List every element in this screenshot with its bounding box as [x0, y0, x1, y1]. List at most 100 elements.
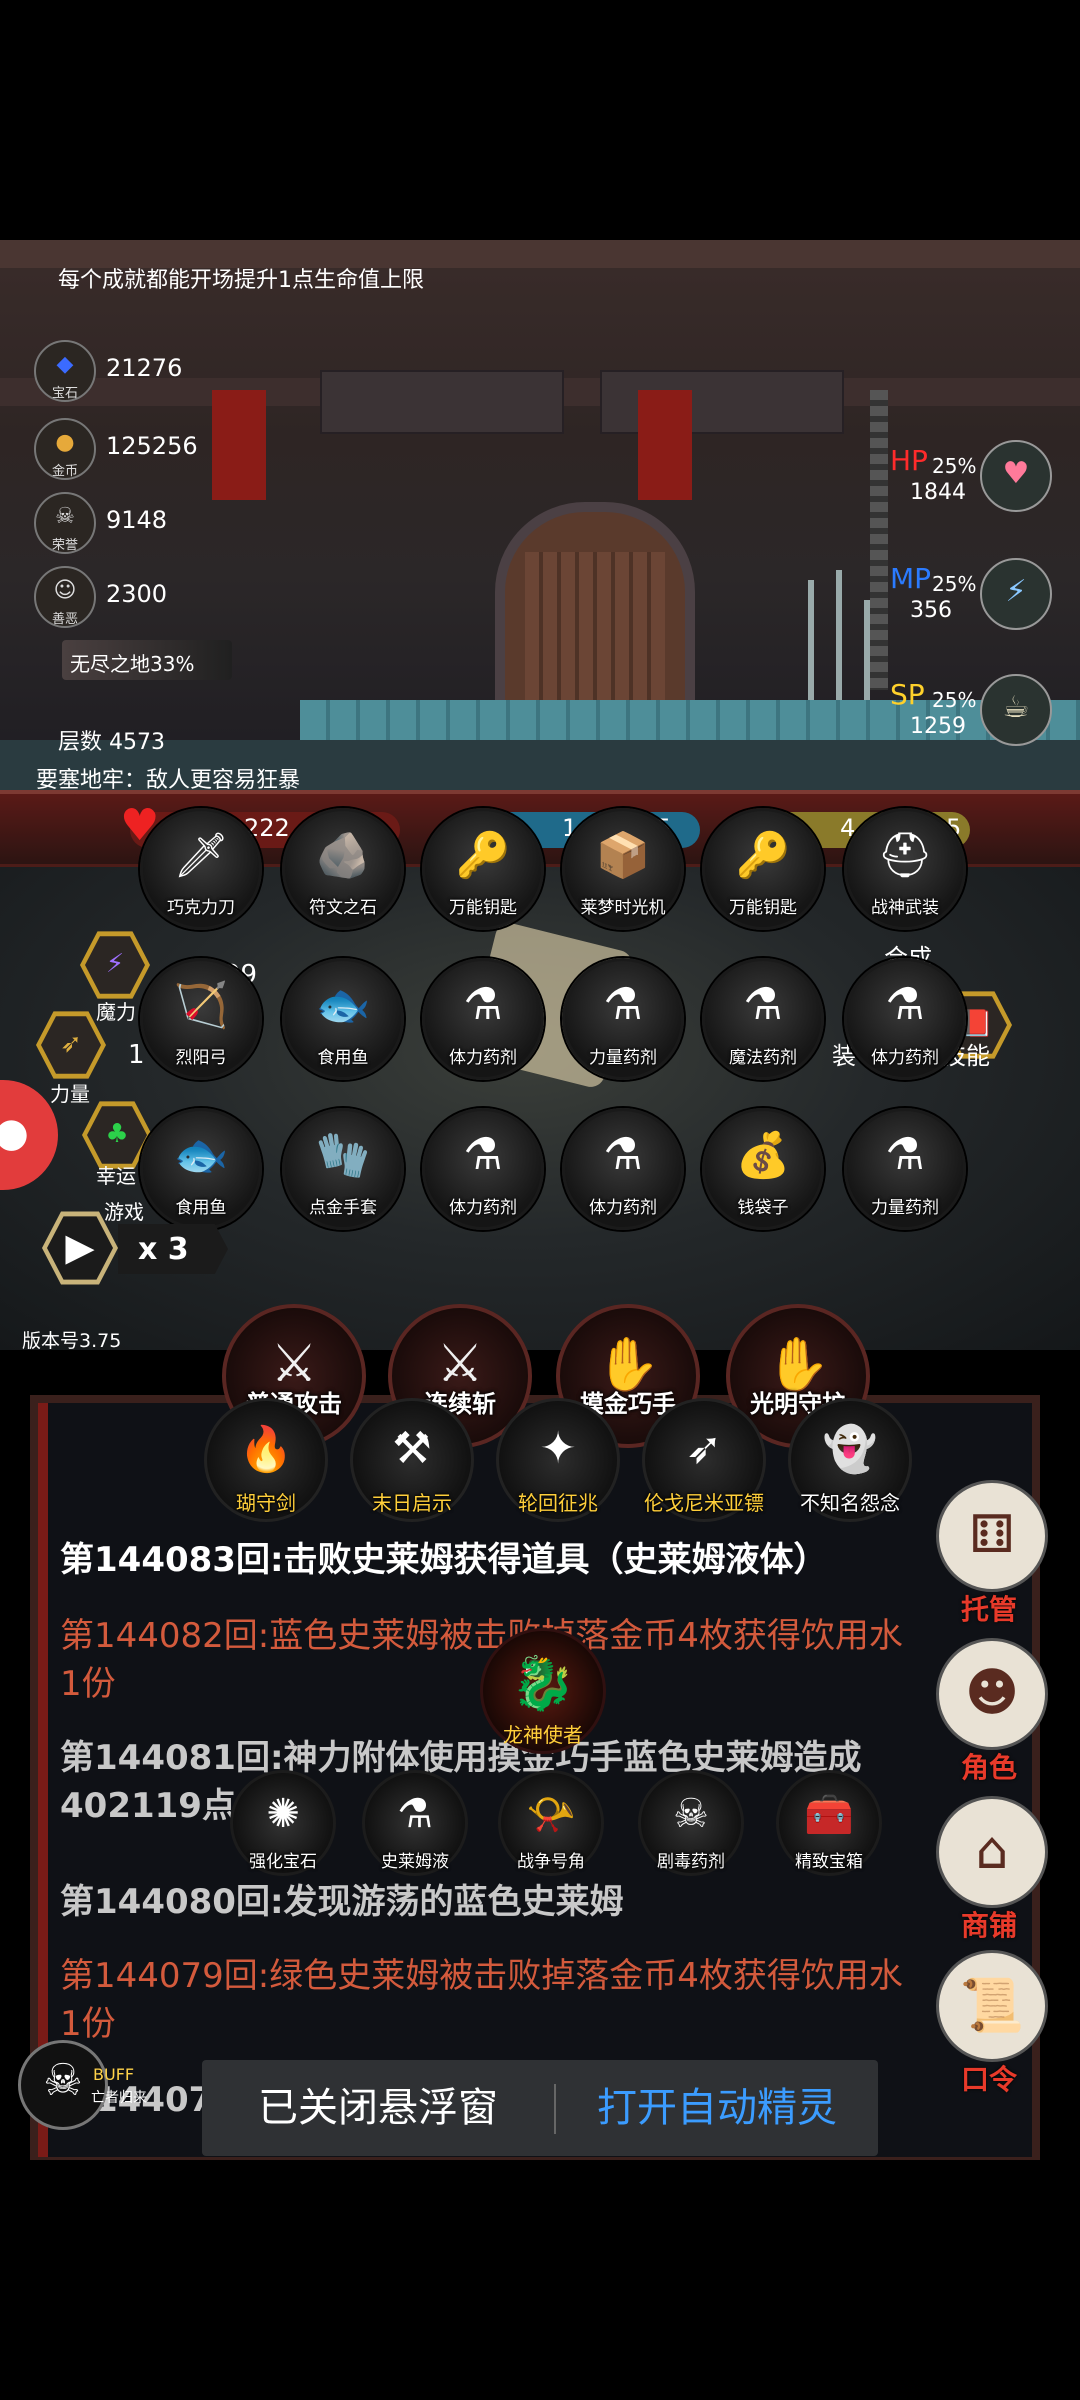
hp-potion-icon[interactable]: ♥	[980, 440, 1052, 512]
item-name: 力量药剂	[871, 1198, 939, 1218]
item-slot[interactable]: ⛑ 战神武装	[844, 808, 966, 930]
power-label: 力量	[50, 1082, 90, 1106]
weapon-icon: ✦	[539, 1423, 577, 1474]
drop-item[interactable]: ⚗ 史莱姆液	[362, 1770, 468, 1876]
mask-icon: ☺ 善恶	[34, 566, 96, 628]
drop-name: 精致宝箱	[795, 1852, 863, 1872]
side-menu-shop[interactable]: ⌂ 商铺	[936, 1796, 1048, 1942]
side-menu-character[interactable]: ☻ 角色	[936, 1638, 1048, 1784]
weapon-slot[interactable]: ➶ 伦戈尼米亚镖	[642, 1398, 766, 1522]
mp-potion-icon[interactable]: ⚡	[980, 558, 1052, 630]
item-slot[interactable]: ⚗ 体力药剂	[844, 958, 966, 1080]
drop-item[interactable]: ✺ 强化宝石	[230, 1770, 336, 1876]
rune-stone-icon: 🪨	[315, 830, 371, 881]
sp-food-icon[interactable]: ☕	[980, 674, 1052, 746]
hp-stat: HP 25% 1844 ♥	[880, 440, 1060, 524]
bow-icon: 🏹	[173, 980, 229, 1031]
gold-count: 125256	[106, 432, 198, 460]
item-name: 万能钥匙	[449, 898, 517, 918]
item-slot[interactable]: ⚗ 体力药剂	[422, 958, 544, 1080]
item-slot[interactable]: 🧤 点金手套	[282, 1108, 404, 1230]
war-armor-icon: ⛑	[877, 830, 933, 881]
drop-item[interactable]: 🧰 精致宝箱	[776, 1770, 882, 1876]
item-slot[interactable]: 🐟 食用鱼	[140, 1108, 262, 1230]
money-bag-icon: 💰	[735, 1130, 791, 1181]
speed-toggle[interactable]: x 3	[118, 1224, 228, 1274]
weapon-icon: 👻	[822, 1424, 878, 1475]
fish-icon: 🐟	[173, 1130, 229, 1181]
castle-door	[495, 502, 695, 732]
scroll-icon: 📜	[936, 1950, 1048, 2062]
red-banner	[638, 390, 692, 500]
potion-icon: ⚗	[603, 1129, 643, 1180]
dragon-envoy-item[interactable]: 🐉 龙神使者	[480, 1628, 606, 1754]
log-entry: 第144079回:绿色史莱姆被击败掉落金币4枚获得饮用水1份	[60, 1956, 903, 2044]
side-menu-auto[interactable]: ⚅ 托管	[936, 1480, 1048, 1626]
luck-label: 幸运	[96, 1164, 136, 1188]
toast-closed-float[interactable]: 已关闭悬浮窗	[202, 2060, 554, 2156]
item-slot[interactable]: 🔑 万能钥匙	[422, 808, 544, 930]
toast-open-auto[interactable]: 打开自动精灵	[556, 2060, 878, 2156]
fish-icon: 🐟	[315, 980, 371, 1031]
weapon-slot[interactable]: 🔥 瑚守剑	[204, 1398, 328, 1522]
weapon-name: 末日启示	[372, 1491, 452, 1515]
drop-name: 强化宝石	[249, 1852, 317, 1872]
hanging-chain	[870, 390, 888, 690]
item-slot[interactable]: 📦 莱梦时光机	[562, 808, 684, 930]
log-entry: 第144080回:发现游荡的蓝色史莱姆	[60, 1882, 624, 1922]
depth-label: 无尽之地33%	[70, 652, 195, 676]
item-slot[interactable]: ⚗ 力量药剂	[844, 1108, 966, 1230]
magic-label: 魔力	[96, 1000, 136, 1024]
shop-icon: ⌂	[936, 1796, 1048, 1908]
item-slot[interactable]: 🏹 烈阳弓	[140, 958, 262, 1080]
wall-brick	[600, 370, 844, 434]
drop-name: 战争号角	[517, 1852, 585, 1872]
drop-icon: 📯	[526, 1792, 576, 1838]
key-icon: 🔑	[735, 830, 791, 881]
item-slot[interactable]: 🐟 食用鱼	[282, 958, 404, 1080]
drop-item[interactable]: ☠ 剧毒药剂	[638, 1770, 744, 1876]
drop-name: 史莱姆液	[381, 1852, 449, 1872]
side-menu-code[interactable]: 📜 口令	[936, 1950, 1048, 2096]
item-slot[interactable]: ⚗ 力量药剂	[562, 958, 684, 1080]
item-slot[interactable]: ⚗ 体力药剂	[562, 1108, 684, 1230]
item-name: 力量药剂	[589, 1048, 657, 1068]
drop-item[interactable]: 📯 战争号角	[498, 1770, 604, 1876]
potion-icon: ⚗	[463, 979, 503, 1030]
red-potion-icon: ⚗	[885, 1129, 925, 1180]
item-name: 体力药剂	[589, 1198, 657, 1218]
item-name: 符文之石	[309, 898, 377, 918]
item-name: 万能钥匙	[729, 898, 797, 918]
item-slot[interactable]: ⚗ 体力药剂	[422, 1108, 544, 1230]
weapon-slot[interactable]: 👻 不知名怨念	[788, 1398, 912, 1522]
item-slot[interactable]: 🗡 巧克力刀	[140, 808, 262, 930]
item-name: 巧克力刀	[167, 898, 235, 918]
weapon-slot[interactable]: ⚒ 末日启示	[350, 1398, 474, 1522]
gem-icon: ◆ 宝石	[34, 340, 96, 402]
glove-icon: 🧤	[315, 1130, 371, 1181]
side-menu-glyph: 📜	[959, 1976, 1025, 2036]
weapon-icon: ⚒	[392, 1423, 432, 1474]
item-name: 烈阳弓	[175, 1048, 227, 1068]
item-name: 食用鱼	[175, 1198, 227, 1218]
item-slot[interactable]: 💰 钱袋子	[702, 1108, 824, 1230]
weapon-slot[interactable]: ✦ 轮回征兆	[496, 1398, 620, 1522]
person-icon: ●	[0, 1110, 29, 1156]
buff-button[interactable]: ☠ BUFF 亡者归来	[18, 2040, 147, 2130]
weapon-name: 瑚守剑	[236, 1491, 296, 1515]
item-slot[interactable]: 🔑 万能钥匙	[702, 808, 824, 930]
skull-icon: ☠ 荣誉	[34, 492, 96, 554]
item-slot[interactable]: ⚗ 魔法药剂	[702, 958, 824, 1080]
weapon-name: 伦戈尼米亚镖	[644, 1491, 764, 1515]
side-menu-glyph: ⌂	[975, 1821, 1009, 1881]
item-name: 钱袋子	[737, 1198, 789, 1218]
knife-icon: 🗡	[173, 830, 229, 881]
item-name: 体力药剂	[871, 1048, 939, 1068]
karma-count: 2300	[106, 580, 168, 608]
item-name: 食用鱼	[317, 1048, 369, 1068]
potion-icon: ⚗	[743, 979, 783, 1030]
gem-count: 21276	[106, 354, 183, 382]
achievement-hint: 每个成就都能开场提升1点生命值上限	[58, 268, 424, 293]
item-slot[interactable]: 🪨 符文之石	[282, 808, 404, 930]
wall-brick	[320, 370, 564, 434]
